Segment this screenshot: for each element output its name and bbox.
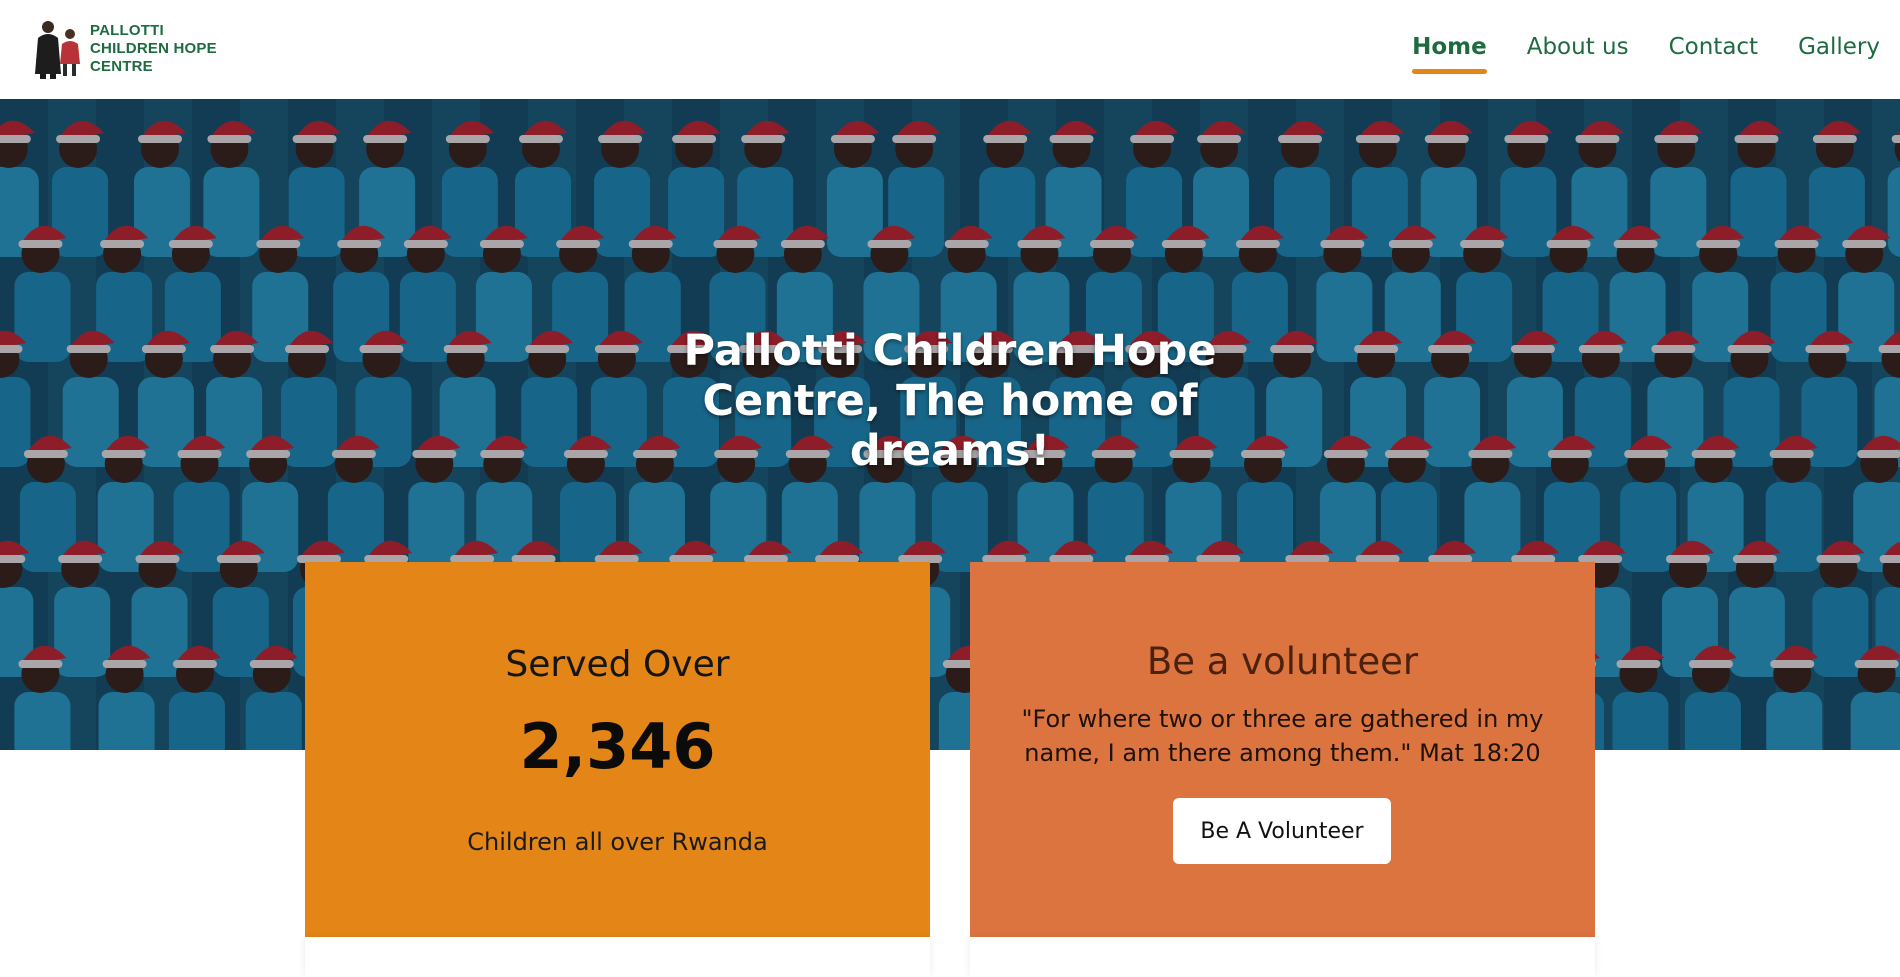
- volunteer-quote: "For where two or three are gathered in …: [1021, 705, 1544, 767]
- nav-about-link[interactable]: About us: [1527, 34, 1629, 74]
- nav-contact-link[interactable]: Contact: [1669, 34, 1758, 74]
- nav-gallery-link[interactable]: Gallery: [1798, 34, 1880, 74]
- logo-line-1: PALLOTTI: [90, 22, 164, 39]
- served-heading: Served Over: [505, 644, 730, 685]
- served-card: Served Over 2,346 Children all over Rwan…: [305, 562, 930, 937]
- site-logo[interactable]: PALLOTTI CHILDREN HOPE CENTRE: [34, 18, 217, 80]
- logo-text: PALLOTTI CHILDREN HOPE CENTRE: [90, 22, 217, 76]
- logo-line-2: CHILDREN HOPE: [90, 40, 217, 57]
- hero-title: Pallotti Children Hope Centre, The home …: [683, 325, 1217, 476]
- volunteer-heading: Be a volunteer: [1146, 640, 1419, 683]
- card-below-left: [305, 937, 930, 977]
- served-count: 2,346: [519, 710, 716, 783]
- logo-figures-icon: [35, 21, 80, 79]
- main-nav: Home About us Contact Gallery: [1372, 34, 1880, 74]
- served-subtext: Children all over Rwanda: [467, 828, 768, 856]
- logo-line-3: CENTRE: [90, 58, 153, 75]
- nav-home-link[interactable]: Home: [1412, 34, 1487, 74]
- hero-banner: Pallotti Children Hope Centre, The home …: [0, 99, 1900, 750]
- card-below-right: [970, 937, 1595, 977]
- site-header: PALLOTTI CHILDREN HOPE CENTRE Home About…: [0, 0, 1900, 100]
- volunteer-card: Be a volunteer "For where two or three a…: [970, 562, 1595, 937]
- be-a-volunteer-button[interactable]: Be A Volunteer: [1173, 798, 1391, 864]
